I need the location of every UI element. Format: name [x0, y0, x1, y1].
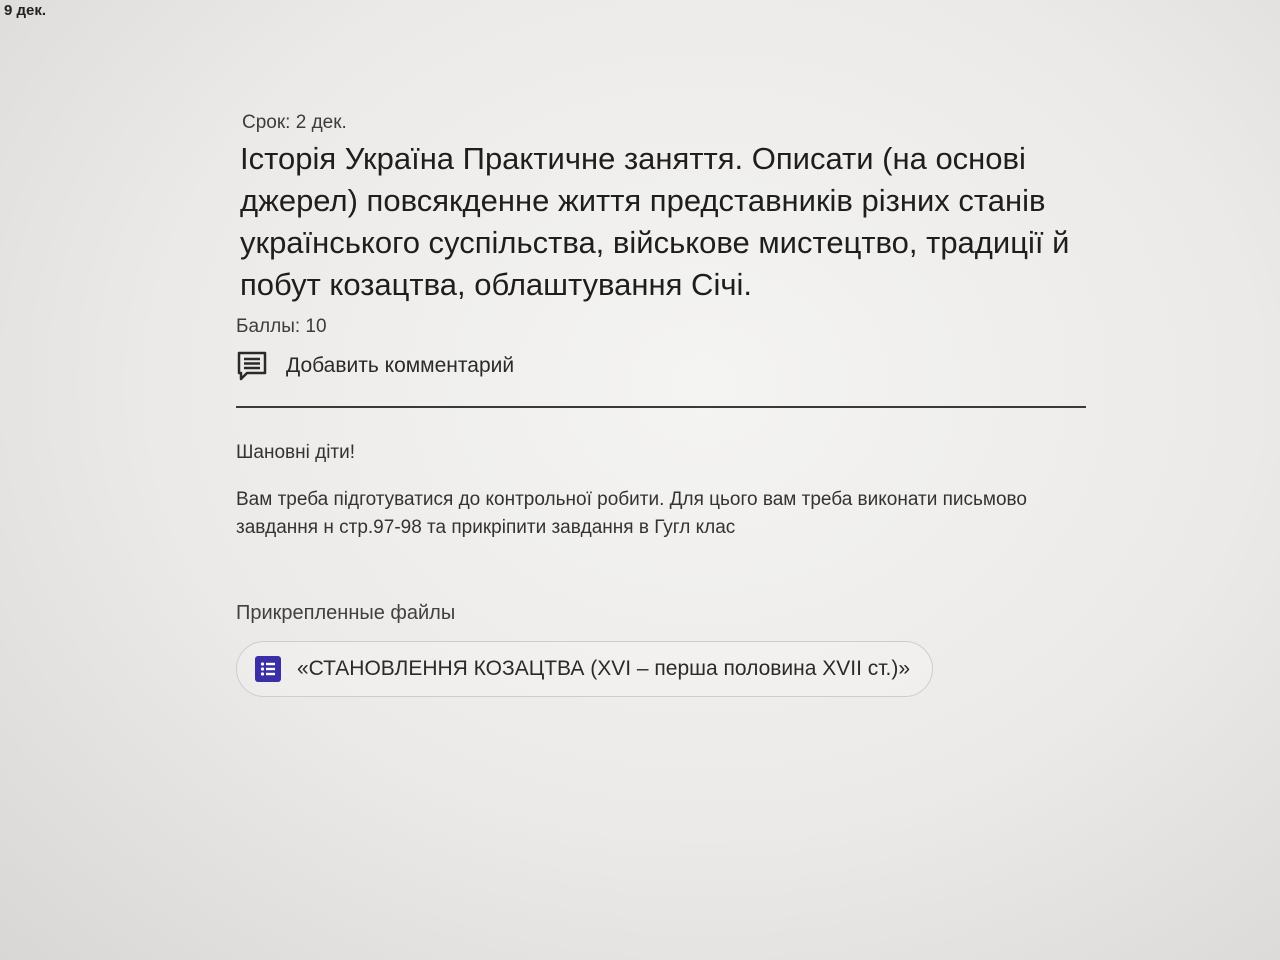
due-date: Срок: 2 дек. [242, 112, 347, 133]
assignment-panel: Срок: 2 дек. Історія Україна Практичне з… [236, 112, 1086, 697]
instructions: Вам треба підготуватися до контрольної р… [236, 489, 1027, 538]
attachment-chip[interactable]: «СТАНОВЛЕННЯ КОЗАЦТВА (XVI – перша полов… [236, 641, 934, 697]
assignment-title: Історія Україна Практичне заняття. Описа… [240, 141, 1070, 302]
points: Баллы: 10 [236, 316, 327, 337]
greeting: Шановні діти! [236, 442, 356, 463]
divider [236, 406, 1086, 408]
attachments-heading: Прикрепленные файлы [236, 602, 456, 624]
add-comment-label: Добавить комментарий [286, 354, 515, 377]
corner-date: 9 дек. [4, 2, 47, 19]
attachment-label: «СТАНОВЛЕННЯ КОЗАЦТВА (XVI – перша полов… [297, 657, 911, 680]
comment-icon [236, 350, 268, 382]
forms-icon [255, 656, 281, 682]
add-comment-button[interactable]: Добавить комментарий [236, 350, 1086, 382]
